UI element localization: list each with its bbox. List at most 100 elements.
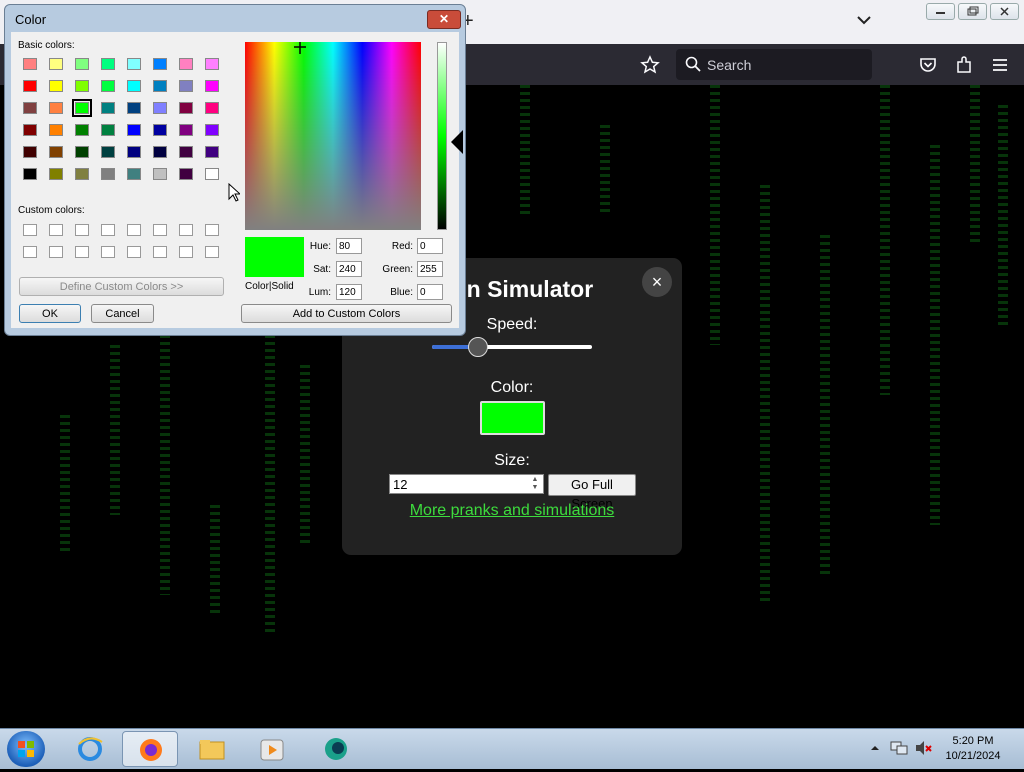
hue-input[interactable]: 80 [336, 238, 362, 254]
custom-color-swatch[interactable] [127, 224, 141, 236]
show-hidden-icons-icon[interactable] [870, 743, 880, 753]
luminosity-bar[interactable] [437, 42, 447, 230]
basic-color-swatch[interactable] [72, 99, 92, 117]
basic-color-swatch[interactable] [205, 146, 219, 158]
basic-color-swatch[interactable] [127, 124, 141, 136]
basic-color-swatch[interactable] [153, 58, 167, 70]
basic-color-swatch[interactable] [49, 58, 63, 70]
ok-button[interactable]: OK [19, 304, 81, 323]
basic-color-swatch[interactable] [205, 102, 219, 114]
basic-color-swatch[interactable] [23, 146, 37, 158]
basic-color-swatch[interactable] [153, 80, 167, 92]
basic-color-swatch[interactable] [75, 58, 89, 70]
basic-color-swatch[interactable] [101, 124, 115, 136]
custom-color-swatch[interactable] [101, 246, 115, 258]
custom-color-swatch[interactable] [23, 224, 37, 236]
basic-color-swatch[interactable] [101, 80, 115, 92]
minimize-button[interactable] [926, 3, 955, 20]
close-window-button[interactable] [990, 3, 1019, 20]
size-input[interactable]: 12 ▲ ▼ [389, 474, 544, 494]
taskbar-file-explorer[interactable] [184, 731, 240, 767]
basic-color-swatch[interactable] [49, 124, 63, 136]
custom-color-swatch[interactable] [153, 246, 167, 258]
start-button[interactable] [7, 731, 45, 767]
basic-color-swatch[interactable] [23, 102, 37, 114]
basic-color-swatch[interactable] [127, 168, 141, 180]
basic-color-swatch[interactable] [23, 80, 37, 92]
basic-color-swatch[interactable] [179, 146, 193, 158]
volume-muted-icon[interactable] [914, 740, 932, 756]
basic-color-swatch[interactable] [101, 58, 115, 70]
basic-color-swatch[interactable] [153, 102, 167, 114]
sat-input[interactable]: 240 [336, 261, 362, 277]
red-input[interactable]: 0 [417, 238, 443, 254]
define-custom-colors-button[interactable]: Define Custom Colors >> [19, 277, 224, 296]
basic-color-swatch[interactable] [101, 168, 115, 180]
basic-color-swatch[interactable] [205, 58, 219, 70]
basic-color-swatch[interactable] [179, 102, 193, 114]
basic-color-swatch[interactable] [75, 168, 89, 180]
more-pranks-link[interactable]: More pranks and simulations [342, 502, 682, 520]
color-spectrum[interactable] [245, 42, 421, 230]
basic-color-swatch[interactable] [205, 124, 219, 136]
basic-color-swatch[interactable] [101, 146, 115, 158]
lum-input[interactable]: 120 [336, 284, 362, 300]
taskbar-media-player[interactable] [244, 731, 300, 767]
custom-color-swatch[interactable] [205, 246, 219, 258]
custom-color-swatch[interactable] [49, 224, 63, 236]
search-input[interactable] [676, 49, 872, 80]
custom-color-swatch[interactable] [127, 246, 141, 258]
menu-icon[interactable] [990, 55, 1010, 75]
basic-color-swatch[interactable] [75, 124, 89, 136]
basic-color-swatch[interactable] [179, 124, 193, 136]
custom-color-swatch[interactable] [153, 224, 167, 236]
taskbar-firefox[interactable] [122, 731, 178, 767]
taskbar-app[interactable] [308, 731, 364, 767]
chevron-down-icon[interactable] [855, 11, 873, 29]
taskbar-internet-explorer[interactable] [62, 731, 118, 767]
color-picker-swatch[interactable] [480, 401, 545, 435]
custom-color-swatch[interactable] [75, 224, 89, 236]
basic-color-swatch[interactable] [49, 168, 63, 180]
basic-color-swatch[interactable] [153, 146, 167, 158]
speed-slider-thumb[interactable] [468, 337, 489, 357]
maximize-button[interactable] [958, 3, 987, 20]
basic-color-swatch[interactable] [49, 146, 63, 158]
basic-color-swatch[interactable] [23, 124, 37, 136]
network-icon[interactable] [890, 740, 908, 756]
go-full-screen-button[interactable]: Go Full Screen [548, 474, 636, 511]
speed-slider[interactable] [432, 345, 592, 349]
basic-color-swatch[interactable] [23, 168, 37, 180]
basic-color-swatch[interactable] [49, 80, 63, 92]
basic-color-swatch[interactable] [75, 80, 89, 92]
dialog-close-button[interactable]: ✕ [427, 10, 461, 29]
basic-color-swatch[interactable] [23, 58, 37, 70]
basic-color-swatch[interactable] [127, 58, 141, 70]
basic-color-swatch[interactable] [127, 146, 141, 158]
basic-color-swatch[interactable] [153, 124, 167, 136]
green-input[interactable]: 255 [417, 261, 443, 277]
basic-color-swatch[interactable] [179, 168, 193, 180]
pocket-icon[interactable] [918, 55, 938, 75]
blue-input[interactable]: 0 [417, 284, 443, 300]
cancel-button[interactable]: Cancel [91, 304, 154, 323]
extensions-icon[interactable] [954, 55, 974, 75]
add-to-custom-colors-button[interactable]: Add to Custom Colors [241, 304, 452, 323]
basic-color-swatch[interactable] [75, 146, 89, 158]
custom-color-swatch[interactable] [179, 246, 193, 258]
basic-color-swatch[interactable] [49, 102, 63, 114]
custom-color-swatch[interactable] [101, 224, 115, 236]
basic-color-swatch[interactable] [153, 168, 167, 180]
basic-color-swatch[interactable] [127, 80, 141, 92]
panel-close-button[interactable]: × [642, 267, 672, 297]
custom-color-swatch[interactable] [49, 246, 63, 258]
custom-color-swatch[interactable] [75, 246, 89, 258]
luminosity-arrow-icon[interactable] [451, 130, 463, 154]
basic-color-swatch[interactable] [179, 58, 193, 70]
basic-color-swatch[interactable] [205, 80, 219, 92]
system-clock[interactable]: 5:20 PM 10/21/2024 [938, 734, 1008, 764]
custom-color-swatch[interactable] [179, 224, 193, 236]
bookmark-star-icon[interactable] [640, 55, 660, 75]
custom-color-swatch[interactable] [205, 224, 219, 236]
spinner-arrows-icon[interactable]: ▲ ▼ [529, 476, 541, 492]
